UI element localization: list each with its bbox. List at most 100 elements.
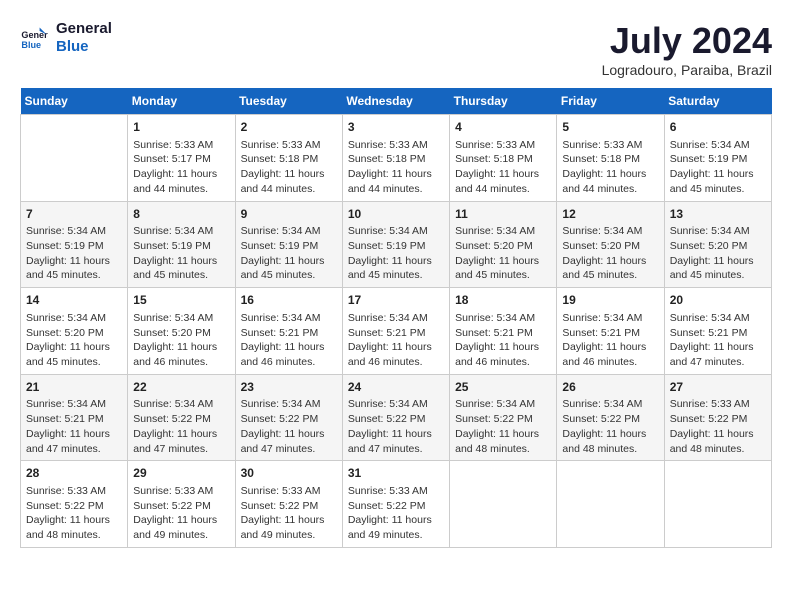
day-info: Sunrise: 5:33 AM Sunset: 5:22 PM Dayligh… (670, 397, 766, 456)
day-number: 25 (455, 379, 551, 396)
day-number: 9 (241, 206, 337, 223)
week-row-2: 7Sunrise: 5:34 AM Sunset: 5:19 PM Daylig… (21, 201, 772, 288)
day-number: 16 (241, 292, 337, 309)
calendar-cell: 27Sunrise: 5:33 AM Sunset: 5:22 PM Dayli… (664, 374, 771, 461)
page-header: General Blue General Blue July 2024 Logr… (20, 20, 772, 78)
day-info: Sunrise: 5:34 AM Sunset: 5:20 PM Dayligh… (562, 224, 658, 283)
day-info: Sunrise: 5:34 AM Sunset: 5:19 PM Dayligh… (133, 224, 229, 283)
day-info: Sunrise: 5:34 AM Sunset: 5:22 PM Dayligh… (455, 397, 551, 456)
day-number: 30 (241, 465, 337, 482)
day-number: 27 (670, 379, 766, 396)
calendar-cell: 7Sunrise: 5:34 AM Sunset: 5:19 PM Daylig… (21, 201, 128, 288)
calendar-cell: 29 Sunrise: 5:33 AM Sunset: 5:22 PM Dayli… (128, 461, 235, 548)
calendar-cell: 14 Sunrise: 5:34 AM Sunset: 5:20 PM Dayli… (21, 288, 128, 375)
calendar-cell: 16 Sunrise: 5:34 AM Sunset: 5:21 PM Dayli… (235, 288, 342, 375)
header-friday: Friday (557, 88, 664, 115)
day-info: Sunrise: 5:34 AM Sunset: 5:22 PM Dayligh… (348, 397, 444, 456)
calendar-cell: 10Sunrise: 5:34 AM Sunset: 5:19 PM Dayli… (342, 201, 449, 288)
day-info: Sunrise: 5:34 AM Sunset: 5:19 PM Dayligh… (241, 224, 337, 283)
day-info: Sunrise: 5:34 AM Sunset: 5:21 PM Dayligh… (455, 311, 551, 370)
header-tuesday: Tuesday (235, 88, 342, 115)
week-row-3: 14 Sunrise: 5:34 AM Sunset: 5:20 PM Dayli… (21, 288, 772, 375)
day-number: 20 (670, 292, 766, 309)
day-number: 21 (26, 379, 122, 396)
day-info: Sunrise: 5:34 AM Sunset: 5:21 PM Dayligh… (241, 311, 337, 370)
day-info: Sunrise: 5:34 AM Sunset: 5:21 PM Dayligh… (562, 311, 658, 370)
day-number: 22 (133, 379, 229, 396)
header-saturday: Saturday (664, 88, 771, 115)
month-title: July 2024 (602, 20, 772, 62)
location: Logradouro, Paraiba, Brazil (602, 62, 772, 78)
calendar-cell: 17 Sunrise: 5:34 AM Sunset: 5:21 PM Dayli… (342, 288, 449, 375)
calendar-cell: 23Sunrise: 5:34 AM Sunset: 5:22 PM Dayli… (235, 374, 342, 461)
svg-text:Blue: Blue (21, 40, 41, 50)
week-row-5: 28 Sunrise: 5:33 AM Sunset: 5:22 PM Dayli… (21, 461, 772, 548)
day-info: Sunrise: 5:34 AM Sunset: 5:21 PM Dayligh… (26, 397, 122, 456)
day-info: Sunrise: 5:34 AM Sunset: 5:19 PM Dayligh… (26, 224, 122, 283)
header-sunday: Sunday (21, 88, 128, 115)
day-info: Sunrise: 5:33 AM Sunset: 5:17 PM Dayligh… (133, 138, 229, 197)
header-thursday: Thursday (450, 88, 557, 115)
calendar-cell: 4 Sunrise: 5:33 AM Sunset: 5:18 PM Daylig… (450, 115, 557, 202)
calendar-cell: 26Sunrise: 5:34 AM Sunset: 5:22 PM Dayli… (557, 374, 664, 461)
svg-text:General: General (21, 30, 48, 40)
day-number: 13 (670, 206, 766, 223)
calendar-cell: 19 Sunrise: 5:34 AM Sunset: 5:21 PM Dayli… (557, 288, 664, 375)
day-info: Sunrise: 5:33 AM Sunset: 5:18 PM Dayligh… (455, 138, 551, 197)
day-info: Sunrise: 5:33 AM Sunset: 5:22 PM Dayligh… (348, 484, 444, 543)
header-monday: Monday (128, 88, 235, 115)
title-block: July 2024 Logradouro, Paraiba, Brazil (602, 20, 772, 78)
calendar-cell: 5Sunrise: 5:33 AM Sunset: 5:18 PM Daylig… (557, 115, 664, 202)
calendar-cell: 28 Sunrise: 5:33 AM Sunset: 5:22 PM Dayli… (21, 461, 128, 548)
calendar-cell (664, 461, 771, 548)
day-info: Sunrise: 5:34 AM Sunset: 5:22 PM Dayligh… (562, 397, 658, 456)
day-info: Sunrise: 5:34 AM Sunset: 5:22 PM Dayligh… (241, 397, 337, 456)
calendar-cell (21, 115, 128, 202)
calendar-cell: 9Sunrise: 5:34 AM Sunset: 5:19 PM Daylig… (235, 201, 342, 288)
day-number: 23 (241, 379, 337, 396)
day-info: Sunrise: 5:34 AM Sunset: 5:21 PM Dayligh… (670, 311, 766, 370)
day-number: 7 (26, 206, 122, 223)
day-info: Sunrise: 5:34 AM Sunset: 5:20 PM Dayligh… (670, 224, 766, 283)
logo-line1: General (56, 20, 112, 38)
day-info: Sunrise: 5:33 AM Sunset: 5:22 PM Dayligh… (26, 484, 122, 543)
calendar-cell: 25Sunrise: 5:34 AM Sunset: 5:22 PM Dayli… (450, 374, 557, 461)
day-number: 26 (562, 379, 658, 396)
day-number: 28 (26, 465, 122, 482)
logo-line2: Blue (56, 38, 112, 56)
day-info: Sunrise: 5:33 AM Sunset: 5:18 PM Dayligh… (241, 138, 337, 197)
day-number: 17 (348, 292, 444, 309)
day-info: Sunrise: 5:34 AM Sunset: 5:19 PM Dayligh… (348, 224, 444, 283)
calendar-cell: 21Sunrise: 5:34 AM Sunset: 5:21 PM Dayli… (21, 374, 128, 461)
day-number: 2 (241, 119, 337, 136)
calendar-cell: 8Sunrise: 5:34 AM Sunset: 5:19 PM Daylig… (128, 201, 235, 288)
day-number: 5 (562, 119, 658, 136)
day-number: 8 (133, 206, 229, 223)
day-info: Sunrise: 5:34 AM Sunset: 5:20 PM Dayligh… (26, 311, 122, 370)
day-number: 14 (26, 292, 122, 309)
calendar-cell: 20 Sunrise: 5:34 AM Sunset: 5:21 PM Dayli… (664, 288, 771, 375)
day-number: 18 (455, 292, 551, 309)
calendar-cell: 11Sunrise: 5:34 AM Sunset: 5:20 PM Dayli… (450, 201, 557, 288)
day-number: 10 (348, 206, 444, 223)
day-number: 12 (562, 206, 658, 223)
calendar-cell: 2 Sunrise: 5:33 AM Sunset: 5:18 PM Daylig… (235, 115, 342, 202)
logo-icon: General Blue (20, 24, 48, 52)
header-wednesday: Wednesday (342, 88, 449, 115)
calendar-cell: 12Sunrise: 5:34 AM Sunset: 5:20 PM Dayli… (557, 201, 664, 288)
day-info: Sunrise: 5:34 AM Sunset: 5:21 PM Dayligh… (348, 311, 444, 370)
day-number: 19 (562, 292, 658, 309)
day-number: 3 (348, 119, 444, 136)
day-info: Sunrise: 5:34 AM Sunset: 5:20 PM Dayligh… (455, 224, 551, 283)
day-info: Sunrise: 5:33 AM Sunset: 5:22 PM Dayligh… (133, 484, 229, 543)
calendar-cell: 15Sunrise: 5:34 AM Sunset: 5:20 PM Dayli… (128, 288, 235, 375)
day-number: 6 (670, 119, 766, 136)
day-number: 4 (455, 119, 551, 136)
day-info: Sunrise: 5:34 AM Sunset: 5:22 PM Dayligh… (133, 397, 229, 456)
calendar-cell (450, 461, 557, 548)
calendar-cell: 31Sunrise: 5:33 AM Sunset: 5:22 PM Dayli… (342, 461, 449, 548)
day-number: 29 (133, 465, 229, 482)
day-info: Sunrise: 5:34 AM Sunset: 5:19 PM Dayligh… (670, 138, 766, 197)
calendar-cell: 3Sunrise: 5:33 AM Sunset: 5:18 PM Daylig… (342, 115, 449, 202)
calendar-cell: 1Sunrise: 5:33 AM Sunset: 5:17 PM Daylig… (128, 115, 235, 202)
